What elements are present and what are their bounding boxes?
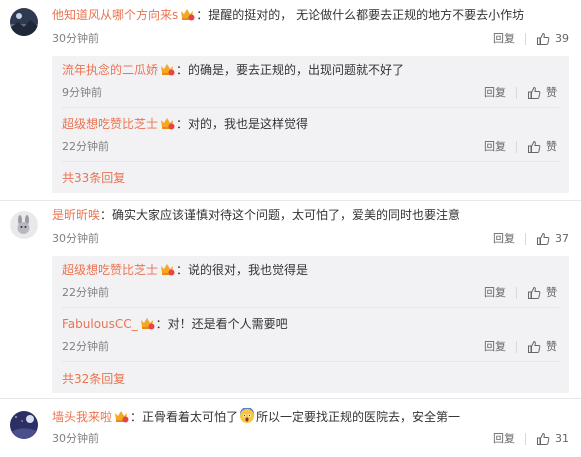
comment-text: ：提醒的挺对的， 无论做什么都要去正规的地方不要去小作坊 — [196, 8, 525, 22]
reply-time: 22分钟前 — [62, 340, 109, 353]
action-divider — [525, 33, 526, 45]
username-link[interactable]: 超级想吃赞比芝士 — [62, 263, 158, 277]
reply-text: ：的确是，要去正规的，出现问题就不好了 — [176, 63, 405, 77]
action-divider — [525, 433, 526, 445]
reply-line: 流年执念的二瓜娇 ：的确是，要去正规的，出现问题就不好了 — [62, 62, 404, 78]
vip-badge-icon — [179, 7, 195, 21]
comment-time: 30分钟前 — [52, 432, 99, 445]
reply-button[interactable]: 回复 — [493, 232, 515, 246]
reply-divider — [62, 107, 559, 108]
more-replies-link[interactable]: 共32条回复 — [62, 372, 125, 386]
reply-text: ：对的，我也是这样觉得 — [176, 117, 309, 131]
like-count: 39 — [555, 32, 569, 45]
like-button[interactable]: 37 — [536, 232, 569, 246]
reply-button[interactable]: 回复 — [484, 340, 506, 354]
action-divider — [516, 287, 517, 299]
thumbs-up-icon — [528, 86, 541, 99]
reply-button[interactable]: 回复 — [484, 286, 506, 300]
username-link[interactable]: 他知道风从哪个方向来s — [52, 8, 178, 22]
comment-line: 他知道风从哪个方向来s ：提醒的挺对的， 无论做什么都要去正规的地方不要去小作坊 — [52, 7, 524, 23]
reply-box: 流年执念的二瓜娇 ：的确是，要去正规的，出现问题就不好了 9分钟前 回复 赞 超级… — [52, 56, 569, 193]
vip-badge-icon — [159, 262, 175, 276]
thumbs-up-icon — [537, 32, 550, 45]
like-count: 37 — [555, 232, 569, 245]
action-divider — [516, 341, 517, 353]
reply-time: 9分钟前 — [62, 86, 102, 99]
like-button[interactable]: 31 — [536, 432, 569, 446]
thumbs-up-icon — [537, 432, 550, 445]
comment-actions: 回复 39 — [493, 32, 569, 46]
vip-badge-icon — [159, 116, 175, 130]
reply-line: 超级想吃赞比芝士 ：对的，我也是这样觉得 — [62, 116, 308, 132]
reply-box: 超级想吃赞比芝士 ：说的很对，我也觉得是 22分钟前 回复 赞 FabulousC… — [52, 256, 569, 393]
like-label: 赞 — [546, 286, 557, 299]
comment-line: 是昕昕唉：确实大家应该谨慎对待这个问题，太可怕了，爱美的同时也要注意 — [52, 207, 460, 223]
like-count: 31 — [555, 432, 569, 445]
reply-text: ：对！还是看个人需要吧 — [155, 317, 288, 331]
comment-actions: 回复 37 — [493, 232, 569, 246]
scared-face-emoji-icon — [239, 408, 255, 424]
reply-button[interactable]: 回复 — [484, 86, 506, 100]
reply-actions: 回复 赞 — [484, 140, 557, 154]
like-label: 赞 — [546, 340, 557, 353]
comment-text: ：确实大家应该谨慎对待这个问题，太可怕了，爱美的同时也要注意 — [100, 208, 461, 222]
thumbs-up-icon — [537, 232, 550, 245]
vip-badge-icon — [113, 409, 129, 423]
reply-button[interactable]: 回复 — [493, 432, 515, 446]
reply-actions: 回复 赞 — [484, 340, 557, 354]
like-button[interactable]: 赞 — [527, 340, 557, 354]
action-divider — [516, 87, 517, 99]
action-divider — [525, 233, 526, 245]
username-link[interactable]: FabulousCC_ — [62, 317, 138, 331]
reply-divider — [62, 361, 559, 362]
comment-text-before: ：正骨看着太可怕了 — [130, 410, 239, 424]
avatar[interactable] — [10, 211, 38, 239]
reply-line: 超级想吃赞比芝士 ：说的很对，我也觉得是 — [62, 262, 308, 278]
avatar[interactable] — [10, 411, 38, 439]
reply-text: ：说的很对，我也觉得是 — [176, 263, 309, 277]
reply-button[interactable]: 回复 — [493, 32, 515, 46]
thumbs-up-icon — [528, 140, 541, 153]
username-link[interactable]: 墙头我来啦 — [52, 410, 112, 424]
comment-divider — [0, 200, 581, 201]
comment-time: 30分钟前 — [52, 32, 99, 45]
username-link[interactable]: 是昕昕唉 — [52, 208, 100, 222]
reply-actions: 回复 赞 — [484, 286, 557, 300]
like-label: 赞 — [546, 140, 557, 153]
comment-line: 墙头我来啦 ：正骨看着太可怕了 所以一定要找正规的医院去，安全第一 — [52, 408, 460, 425]
thumbs-up-icon — [528, 340, 541, 353]
reply-line: FabulousCC_ ：对！还是看个人需要吧 — [62, 316, 288, 332]
like-button[interactable]: 赞 — [527, 86, 557, 100]
username-link[interactable]: 超级想吃赞比芝士 — [62, 117, 158, 131]
reply-actions: 回复 赞 — [484, 86, 557, 100]
comment-divider — [0, 398, 581, 399]
like-label: 赞 — [546, 86, 557, 99]
username-link[interactable]: 流年执念的二瓜娇 — [62, 63, 158, 77]
reply-button[interactable]: 回复 — [484, 140, 506, 154]
comment-actions: 回复 31 — [493, 432, 569, 446]
like-button[interactable]: 赞 — [527, 140, 557, 154]
vip-badge-icon — [139, 316, 155, 330]
reply-divider — [62, 161, 559, 162]
action-divider — [516, 141, 517, 153]
reply-time: 22分钟前 — [62, 286, 109, 299]
like-button[interactable]: 赞 — [527, 286, 557, 300]
thumbs-up-icon — [528, 286, 541, 299]
more-replies-link[interactable]: 共33条回复 — [62, 171, 125, 185]
like-button[interactable]: 39 — [536, 32, 569, 46]
comment-time: 30分钟前 — [52, 232, 99, 245]
reply-time: 22分钟前 — [62, 140, 109, 153]
comment-text-after: 所以一定要找正规的医院去，安全第一 — [256, 410, 461, 424]
vip-badge-icon — [159, 62, 175, 76]
reply-divider — [62, 307, 559, 308]
avatar[interactable] — [10, 8, 38, 36]
